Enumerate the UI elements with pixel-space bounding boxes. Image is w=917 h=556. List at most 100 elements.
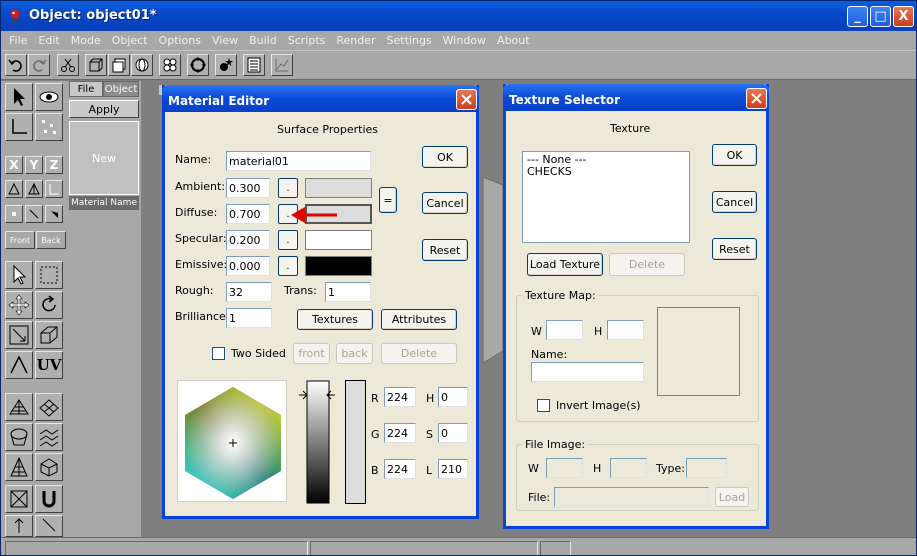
list-button[interactable] <box>243 54 265 76</box>
textures-button[interactable]: Textures <box>297 309 373 330</box>
map-name-field[interactable] <box>531 362 644 382</box>
texture-reset-button[interactable]: Reset <box>712 238 757 260</box>
maximize-button[interactable]: □ <box>870 6 891 27</box>
view-box-button[interactable] <box>85 54 107 76</box>
l-field[interactable]: 210 <box>438 459 468 479</box>
front-button[interactable]: front <box>293 343 330 364</box>
snap-corner-button[interactable] <box>45 205 63 223</box>
ambient-swatch[interactable] <box>305 178 372 198</box>
invert-image-checkbox[interactable] <box>537 399 550 412</box>
diffuse-field[interactable]: 0.700 <box>226 204 270 224</box>
up-tool[interactable] <box>5 515 33 537</box>
ambient-color-button[interactable]: . <box>278 178 298 198</box>
skew-tool[interactable] <box>35 321 63 349</box>
axis-tool[interactable] <box>5 113 33 141</box>
view-tool[interactable] <box>35 83 63 111</box>
r-field[interactable]: 224 <box>384 387 416 407</box>
equals-button[interactable]: = <box>379 187 397 213</box>
cut-button[interactable] <box>57 54 79 76</box>
menu-about[interactable]: About <box>492 34 536 47</box>
material-editor-close-button[interactable] <box>456 89 477 110</box>
menu-scripts[interactable]: Scripts <box>283 34 332 47</box>
mesh-tool-3[interactable] <box>5 423 33 451</box>
trans-field[interactable]: 1 <box>325 282 371 302</box>
menu-render[interactable]: Render <box>331 34 381 47</box>
menu-mode[interactable]: Mode <box>66 34 107 47</box>
uv-tool[interactable]: UV <box>35 351 63 379</box>
texture-cancel-button[interactable]: Cancel <box>712 191 757 213</box>
texture-delete-button[interactable]: Delete <box>609 253 685 276</box>
snap-dot-button[interactable] <box>5 205 23 223</box>
mesh-tool-4[interactable] <box>35 423 63 451</box>
emissive-color-button[interactable]: . <box>278 256 298 276</box>
view-sphere-button[interactable] <box>131 54 153 76</box>
list-item[interactable]: CHECKS <box>523 166 689 178</box>
back-button[interactable]: Back <box>36 231 66 249</box>
back-button[interactable]: back <box>336 343 373 364</box>
axis-z-button[interactable]: Z <box>45 156 63 174</box>
mesh-tool-1[interactable] <box>5 393 33 421</box>
name-field[interactable]: material01 <box>226 151 371 171</box>
redo-button[interactable] <box>28 54 50 76</box>
menu-object[interactable]: Object <box>107 34 154 47</box>
lights-button[interactable] <box>215 54 237 76</box>
bend-tool[interactable] <box>5 351 33 379</box>
texture-list[interactable]: --- None --- CHECKS <box>522 151 690 243</box>
render-dots-button[interactable] <box>159 54 181 76</box>
material-delete-button[interactable]: Delete <box>381 343 457 364</box>
specular-swatch[interactable] <box>305 230 372 250</box>
snap-line-button[interactable] <box>25 205 43 223</box>
menu-file[interactable]: File <box>4 34 33 47</box>
rough-field[interactable]: 32 <box>226 282 272 302</box>
mode-icon-3[interactable] <box>45 180 63 198</box>
mesh-tool-2[interactable] <box>35 393 63 421</box>
mesh-tool-5[interactable] <box>5 453 33 481</box>
ambient-field[interactable]: 0.300 <box>226 178 270 198</box>
front-button[interactable]: Front <box>5 231 35 249</box>
lightness-slider[interactable] <box>297 380 337 504</box>
g-field[interactable]: 224 <box>384 423 416 443</box>
mesh-tool-6[interactable] <box>35 453 63 481</box>
emissive-swatch[interactable] <box>305 256 372 276</box>
specular-field[interactable]: 0.200 <box>226 230 270 250</box>
attributes-button[interactable]: Attributes <box>381 309 457 330</box>
material-reset-button[interactable]: Reset <box>422 239 468 261</box>
tab-object[interactable]: Object <box>103 81 139 97</box>
target-button[interactable] <box>187 54 209 76</box>
h-field[interactable]: 0 <box>438 387 468 407</box>
menu-options[interactable]: Options <box>154 34 207 47</box>
mode-icon-2[interactable] <box>25 180 43 198</box>
points-tool[interactable] <box>35 113 63 141</box>
menu-edit[interactable]: Edit <box>33 34 65 47</box>
magnet-tool[interactable] <box>35 485 63 513</box>
menu-build[interactable]: Build <box>244 34 283 47</box>
tab-file[interactable]: File <box>69 81 103 97</box>
new-material-swatch[interactable]: New <box>69 121 139 195</box>
view-cube-button[interactable] <box>108 54 130 76</box>
knife-tool[interactable] <box>35 515 63 537</box>
specular-color-button[interactable]: . <box>278 230 298 250</box>
brilliance-field[interactable]: 1 <box>226 308 272 328</box>
undo-button[interactable] <box>5 54 27 76</box>
mesh-tool-7[interactable] <box>5 485 33 513</box>
two-sided-checkbox[interactable] <box>212 347 225 360</box>
map-width-field[interactable] <box>546 320 583 340</box>
rotate-tool[interactable] <box>35 291 63 319</box>
move-tool[interactable] <box>5 291 33 319</box>
s-field[interactable]: 0 <box>438 423 468 443</box>
map-height-field[interactable] <box>607 320 644 340</box>
scale-tool[interactable] <box>5 321 33 349</box>
select-tool[interactable] <box>5 83 33 111</box>
marquee-tool[interactable] <box>35 261 63 289</box>
color-hexagon-area[interactable] <box>177 380 287 502</box>
pointer-tool[interactable] <box>5 261 33 289</box>
graph-button[interactable] <box>271 54 293 76</box>
load-texture-button[interactable]: Load Texture <box>527 253 603 276</box>
apply-button[interactable]: Apply <box>69 100 139 118</box>
material-cancel-button[interactable]: Cancel <box>422 192 468 214</box>
axis-x-button[interactable]: X <box>5 156 23 174</box>
menu-window[interactable]: Window <box>438 34 492 47</box>
texture-ok-button[interactable]: OK <box>712 144 757 166</box>
close-button[interactable]: X <box>893 6 914 27</box>
file-load-button[interactable]: Load <box>715 487 749 507</box>
